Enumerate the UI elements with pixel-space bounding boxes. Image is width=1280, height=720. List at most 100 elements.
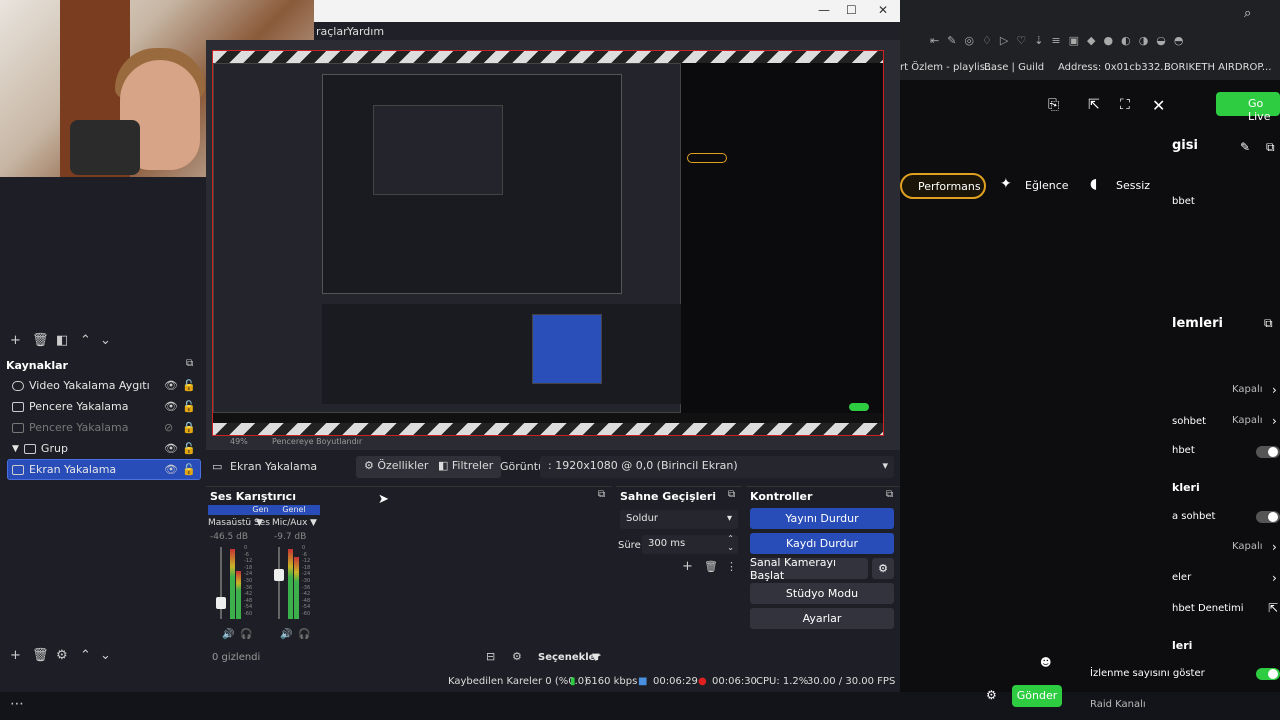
- move-down-icon[interactable]: ⌄: [100, 648, 111, 663]
- gear-icon[interactable]: ⚙: [512, 650, 522, 663]
- eye-icon[interactable]: 👁: [164, 463, 178, 476]
- channel-name-mic[interactable]: Mic/Aux: [272, 518, 307, 528]
- popout-icon[interactable]: ⧉: [1264, 316, 1273, 331]
- source-item-video-capture[interactable]: Video Yakalama Aygıtı 👁 🔓: [8, 376, 200, 395]
- more-options-icon[interactable]: ⋮: [726, 560, 737, 573]
- source-item-group[interactable]: ▼ Grup 👁 🔓: [8, 439, 200, 458]
- move-down-icon[interactable]: ⌄: [100, 333, 111, 348]
- lock-icon[interactable]: 🔓: [182, 442, 196, 455]
- chevron-down-icon[interactable]: ▼: [592, 652, 600, 663]
- volume-slider-handle-desktop[interactable]: [216, 597, 226, 609]
- go-live-button[interactable]: Go Live: [1216, 92, 1280, 123]
- more-icon[interactable]: ⋯: [10, 696, 24, 712]
- toggle-switch[interactable]: [1256, 511, 1280, 523]
- fullscreen-icon[interactable]: ⛶: [1120, 97, 1130, 113]
- chevron-right-icon[interactable]: ›: [1272, 571, 1277, 585]
- export-icon[interactable]: ⎘: [1048, 97, 1059, 113]
- close-button[interactable]: ✕: [878, 3, 888, 17]
- trash-icon[interactable]: 🗑: [32, 648, 49, 663]
- volume-slider-handle-mic[interactable]: [274, 569, 284, 581]
- mode-eglence[interactable]: Eğlence: [1025, 179, 1069, 192]
- resize-label[interactable]: Pencereye Boyutlandır: [272, 437, 362, 446]
- preview-canvas[interactable]: [212, 50, 884, 436]
- chevron-right-icon[interactable]: ›: [1272, 383, 1277, 397]
- headphones-icon[interactable]: 🎧: [298, 629, 310, 640]
- move-up-icon[interactable]: ⌃: [80, 333, 91, 348]
- popout-icon[interactable]: ⧉: [1266, 140, 1275, 155]
- layout-icon[interactable]: ⊟: [486, 650, 495, 663]
- duration-input[interactable]: 300 ms ⌃ ⌄: [642, 534, 738, 554]
- add-source-icon[interactable]: +: [10, 648, 21, 663]
- kapali-label[interactable]: Kapalı: [1232, 541, 1263, 552]
- transition-select[interactable]: Soldur ▾: [620, 510, 738, 529]
- undock-icon[interactable]: ⧉: [728, 489, 735, 500]
- kapali-label[interactable]: Kapalı: [1232, 384, 1263, 395]
- emoji-icon[interactable]: ☻: [1040, 656, 1051, 669]
- eye-icon[interactable]: 👁: [164, 400, 178, 413]
- volume-slider-track-mic[interactable]: [278, 547, 280, 619]
- lock-icon[interactable]: 🔓: [182, 379, 196, 392]
- chevron-right-icon[interactable]: ›: [1272, 414, 1277, 428]
- headphones-icon[interactable]: 🎧: [240, 629, 252, 640]
- lock-icon[interactable]: 🔓: [182, 400, 196, 413]
- send-button[interactable]: Gönder: [1012, 685, 1062, 707]
- edit-icon[interactable]: ✎: [1240, 140, 1250, 154]
- scenes-toolbar: + 🗑 ◧ ⌃ ⌄: [8, 333, 202, 349]
- menu-help[interactable]: Yardım: [347, 25, 384, 38]
- maximize-button[interactable]: ☐: [846, 3, 857, 17]
- close-icon[interactable]: ✕: [1152, 96, 1165, 115]
- speaker-icon[interactable]: 🔊: [280, 629, 292, 640]
- mode-performans[interactable]: Performans: [900, 173, 986, 199]
- lock-icon[interactable]: 🔓: [182, 463, 196, 476]
- filters-button[interactable]: ◧ Filtreler: [430, 456, 502, 478]
- collapse-arrow-icon[interactable]: ▼: [12, 444, 19, 454]
- db-value-mic: -9.7 dB: [274, 532, 307, 542]
- filter-icon[interactable]: ◧: [56, 333, 68, 348]
- toggle-switch[interactable]: [1256, 446, 1280, 458]
- minimize-button[interactable]: —: [818, 3, 830, 17]
- start-virtual-camera-button[interactable]: Sanal Kamerayı Başlat: [750, 556, 868, 582]
- undock-icon[interactable]: ⧉: [598, 489, 605, 500]
- settings-button[interactable]: Ayarlar: [750, 608, 894, 629]
- undock-icon[interactable]: ⧉: [886, 489, 893, 500]
- properties-button[interactable]: ⚙ Özellikler: [356, 456, 437, 478]
- move-up-icon[interactable]: ⌃: [80, 648, 91, 663]
- trash-icon[interactable]: 🗑: [704, 560, 718, 573]
- chevron-down-icon[interactable]: ▼: [310, 518, 317, 528]
- display-select[interactable]: : 1920x1080 @ 0,0 (Birincil Ekran) ▾: [540, 456, 894, 478]
- kapali-label[interactable]: Kapalı: [1232, 415, 1263, 426]
- speaker-icon[interactable]: 🔊: [222, 629, 234, 640]
- add-transition-icon[interactable]: +: [682, 559, 693, 574]
- popout-icon[interactable]: ⇱: [1268, 601, 1278, 615]
- search-icon[interactable]: ⌕: [1244, 6, 1251, 21]
- stepper-icon[interactable]: ⌃ ⌄: [727, 534, 734, 552]
- bookmark-item[interactable]: rt Özlem - playlis...: [900, 62, 994, 73]
- source-item-window-capture[interactable]: Pencere Yakalama 👁 🔓: [8, 397, 200, 416]
- nested-preview-2: [322, 74, 622, 294]
- eye-icon[interactable]: 👁: [164, 442, 178, 455]
- source-item-window-capture-hidden[interactable]: Pencere Yakalama ⊘ 🔒: [8, 418, 200, 437]
- popout-icon[interactable]: ⇱: [1088, 97, 1100, 113]
- stop-streaming-button[interactable]: Yayını Durdur: [750, 508, 894, 529]
- stop-recording-button[interactable]: Kaydı Durdur: [750, 533, 894, 554]
- chevron-right-icon[interactable]: ›: [1272, 540, 1277, 554]
- trash-icon[interactable]: 🗑: [32, 333, 49, 348]
- gear-icon[interactable]: ⚙: [872, 558, 894, 579]
- mode-sessiz[interactable]: Sessiz: [1116, 179, 1150, 192]
- lock-icon[interactable]: 🔒: [182, 421, 196, 434]
- studio-mode-button[interactable]: Stüdyo Modu: [750, 583, 894, 604]
- chevron-down-icon[interactable]: ▼: [256, 518, 263, 528]
- eye-icon[interactable]: 👁: [164, 379, 178, 392]
- extension-icons[interactable]: ⇤✎◎♢▷♡⇣≡▣◆●◐◑◒◓: [930, 34, 1280, 50]
- undock-icon[interactable]: ⧉: [186, 358, 193, 369]
- eye-hidden-icon[interactable]: ⊘: [164, 421, 173, 434]
- gear-icon[interactable]: ⚙: [56, 648, 68, 663]
- add-scene-icon[interactable]: +: [10, 333, 21, 348]
- bookmark-item[interactable]: BORIKETH AIRDROP...: [1164, 62, 1271, 73]
- bookmark-item[interactable]: Address: 0x01cb332...: [1058, 62, 1170, 73]
- toggle-switch[interactable]: [1256, 668, 1280, 680]
- bookmark-item[interactable]: Base | Guild: [984, 62, 1044, 73]
- gear-icon[interactable]: ⚙: [986, 688, 997, 702]
- menu-tools[interactable]: raçlar: [316, 25, 348, 38]
- source-item-screen-capture[interactable]: Ekran Yakalama 👁 🔓: [7, 459, 201, 480]
